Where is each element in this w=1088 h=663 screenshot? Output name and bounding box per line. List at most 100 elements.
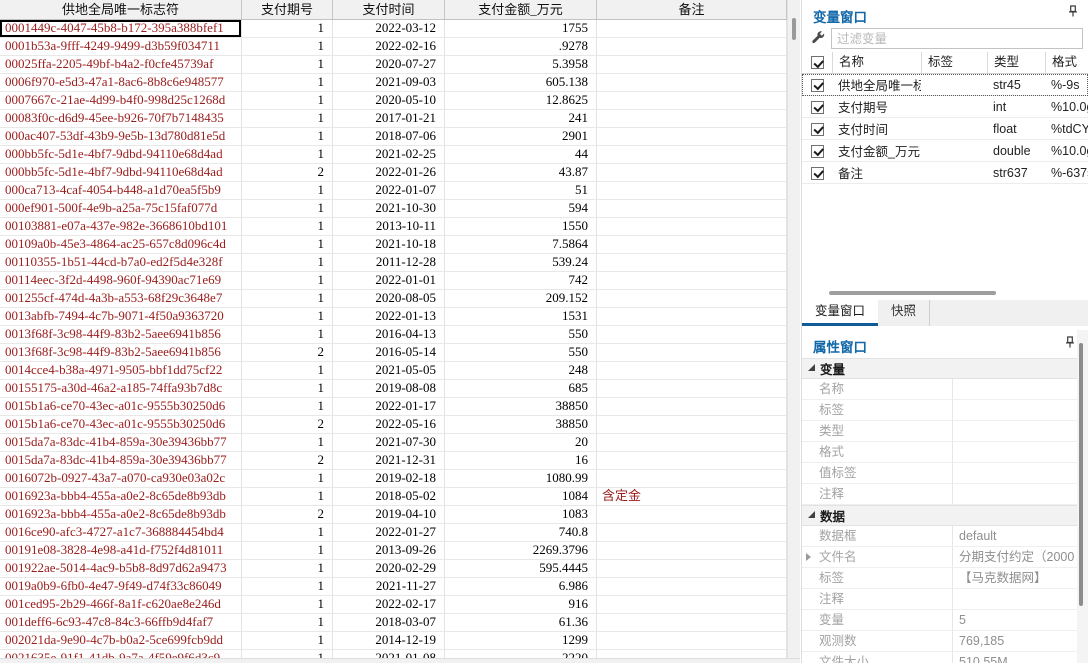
cell-time[interactable]: 2021-02-25	[333, 146, 445, 164]
variable-checkbox[interactable]	[811, 122, 824, 136]
cell-remark[interactable]	[597, 632, 787, 650]
cell-amount[interactable]: 2269.3796	[445, 542, 597, 560]
cell-period[interactable]: 1	[242, 92, 333, 110]
cell-period[interactable]: 2	[242, 164, 333, 182]
cell-uuid[interactable]: 00110355-1b51-44cd-b7a0-ed2f5d4e328f	[0, 254, 242, 272]
cell-remark[interactable]	[597, 56, 787, 74]
cell-remark[interactable]	[597, 434, 787, 452]
cell-uuid[interactable]: 0001449c-4047-45b8-b172-395a388bfef1	[0, 20, 242, 38]
cell-uuid[interactable]: 0015b1a6-ce70-43ec-a01c-9555b30250d6	[0, 416, 242, 434]
variable-row[interactable]: 支付期号 int %10.0g	[802, 96, 1088, 118]
cell-amount[interactable]: 38850	[445, 398, 597, 416]
cell-uuid[interactable]: 001ced95-2b29-466f-8a1f-c620ae8e246d	[0, 596, 242, 614]
cell-period[interactable]: 1	[242, 110, 333, 128]
cell-time[interactable]: 2022-01-07	[333, 182, 445, 200]
cell-uuid[interactable]: 000ef901-500f-4e9b-a25a-75c15faf077d	[0, 200, 242, 218]
cell-period[interactable]: 1	[242, 614, 333, 632]
cell-uuid[interactable]: 0013abfb-7494-4c7b-9071-4f50a9363720	[0, 308, 242, 326]
cell-remark[interactable]	[597, 344, 787, 362]
cell-time[interactable]: 2017-01-21	[333, 110, 445, 128]
cell-remark[interactable]	[597, 254, 787, 272]
cell-uuid[interactable]: 00191e08-3828-4e98-a41d-f752f4d81011	[0, 542, 242, 560]
cell-remark[interactable]	[597, 164, 787, 182]
column-header-amount[interactable]: 支付金额_万元	[445, 0, 597, 19]
cell-amount[interactable]: 2901	[445, 128, 597, 146]
cell-uuid[interactable]: 000bb5fc-5d1e-4bf7-9dbd-94110e68d4ad	[0, 164, 242, 182]
cell-amount[interactable]: 5.3958	[445, 56, 597, 74]
cell-time[interactable]: 2021-09-03	[333, 74, 445, 92]
cell-time[interactable]: 2020-02-29	[333, 560, 445, 578]
cell-period[interactable]: 1	[242, 308, 333, 326]
cell-remark[interactable]	[597, 92, 787, 110]
cell-amount[interactable]: 550	[445, 326, 597, 344]
column-header-period[interactable]: 支付期号	[242, 0, 333, 19]
cell-uuid[interactable]: 000ac407-53df-43b9-9e5b-13d780d81e5d	[0, 128, 242, 146]
cell-uuid[interactable]: 001255cf-474d-4a3b-a553-68f29c3648e7	[0, 290, 242, 308]
cell-remark[interactable]	[597, 218, 787, 236]
cell-remark[interactable]	[597, 290, 787, 308]
cell-time[interactable]: 2021-05-05	[333, 362, 445, 380]
table-horizontal-scrollbar[interactable]	[0, 658, 800, 663]
property-value[interactable]: 769,185	[953, 631, 1077, 651]
cell-remark[interactable]	[597, 272, 787, 290]
cell-amount[interactable]: 1299	[445, 632, 597, 650]
cell-time[interactable]: 2022-01-27	[333, 524, 445, 542]
cell-remark[interactable]	[597, 182, 787, 200]
cell-period[interactable]: 1	[242, 326, 333, 344]
cell-time[interactable]: 2020-08-05	[333, 290, 445, 308]
cell-time[interactable]: 2022-05-16	[333, 416, 445, 434]
cell-amount[interactable]: 7.5864	[445, 236, 597, 254]
cell-period[interactable]: 1	[242, 632, 333, 650]
table-vertical-scrollbar-thumb[interactable]	[792, 18, 796, 40]
cell-remark[interactable]	[597, 380, 787, 398]
cell-period[interactable]: 1	[242, 362, 333, 380]
cell-amount[interactable]: 248	[445, 362, 597, 380]
property-value[interactable]: 分期支付约定（2000	[953, 547, 1077, 567]
select-all-checkbox[interactable]	[802, 52, 832, 73]
cell-amount[interactable]: 6.986	[445, 578, 597, 596]
cell-time[interactable]: 2020-07-27	[333, 56, 445, 74]
cell-remark[interactable]	[597, 74, 787, 92]
pin-icon[interactable]	[1067, 5, 1079, 18]
cell-period[interactable]: 1	[242, 146, 333, 164]
cell-remark[interactable]	[597, 398, 787, 416]
cell-uuid[interactable]: 0015da7a-83dc-41b4-859a-30e39436bb77	[0, 452, 242, 470]
cell-period[interactable]: 1	[242, 524, 333, 542]
cell-period[interactable]: 1	[242, 470, 333, 488]
cell-amount[interactable]: 916	[445, 596, 597, 614]
cell-amount[interactable]: 1531	[445, 308, 597, 326]
cell-amount[interactable]: 16	[445, 452, 597, 470]
cell-period[interactable]: 1	[242, 542, 333, 560]
variable-checkbox[interactable]	[811, 100, 824, 114]
cell-time[interactable]: 2022-02-17	[333, 596, 445, 614]
cell-uuid[interactable]: 0016923a-bbb4-455a-a0e2-8c65de8b93db	[0, 488, 242, 506]
cell-period[interactable]: 1	[242, 434, 333, 452]
cell-time[interactable]: 2022-03-12	[333, 20, 445, 38]
cell-time[interactable]: 2022-01-13	[333, 308, 445, 326]
cell-amount[interactable]: 44	[445, 146, 597, 164]
cell-uuid[interactable]: 0014cce4-b38a-4971-9505-bbf1dd75cf22	[0, 362, 242, 380]
cell-remark[interactable]	[597, 146, 787, 164]
cell-time[interactable]: 2019-04-10	[333, 506, 445, 524]
cell-period[interactable]: 1	[242, 74, 333, 92]
cell-period[interactable]: 1	[242, 254, 333, 272]
cell-uuid[interactable]: 00109a0b-45e3-4864-ac25-657c8d096c4d	[0, 236, 242, 254]
cell-time[interactable]: 2021-10-30	[333, 200, 445, 218]
cell-uuid[interactable]: 0013f68f-3c98-44f9-83b2-5aee6941b856	[0, 344, 242, 362]
cell-period[interactable]: 2	[242, 452, 333, 470]
cell-time[interactable]: 2018-03-07	[333, 614, 445, 632]
variable-row[interactable]: 支付时间 float %tdCY-N-D	[802, 118, 1088, 140]
cell-uuid[interactable]: 0007667c-21ae-4d99-b4f0-998d25c1268d	[0, 92, 242, 110]
cell-amount[interactable]: 685	[445, 380, 597, 398]
cell-period[interactable]: 1	[242, 182, 333, 200]
variable-row[interactable]: 供地全局唯一标... str45 %-9s	[802, 74, 1088, 96]
cell-remark[interactable]	[597, 362, 787, 380]
cell-period[interactable]: 1	[242, 290, 333, 308]
column-header-uuid[interactable]: 供地全局唯一标志符	[0, 0, 242, 19]
cell-remark[interactable]	[597, 614, 787, 632]
cell-period[interactable]: 2	[242, 506, 333, 524]
cell-period[interactable]: 1	[242, 398, 333, 416]
cell-uuid[interactable]: 000bb5fc-5d1e-4bf7-9dbd-94110e68d4ad	[0, 146, 242, 164]
cell-uuid[interactable]: 00103881-e07a-437e-982e-3668610bd101	[0, 218, 242, 236]
cell-time[interactable]: 2016-04-13	[333, 326, 445, 344]
